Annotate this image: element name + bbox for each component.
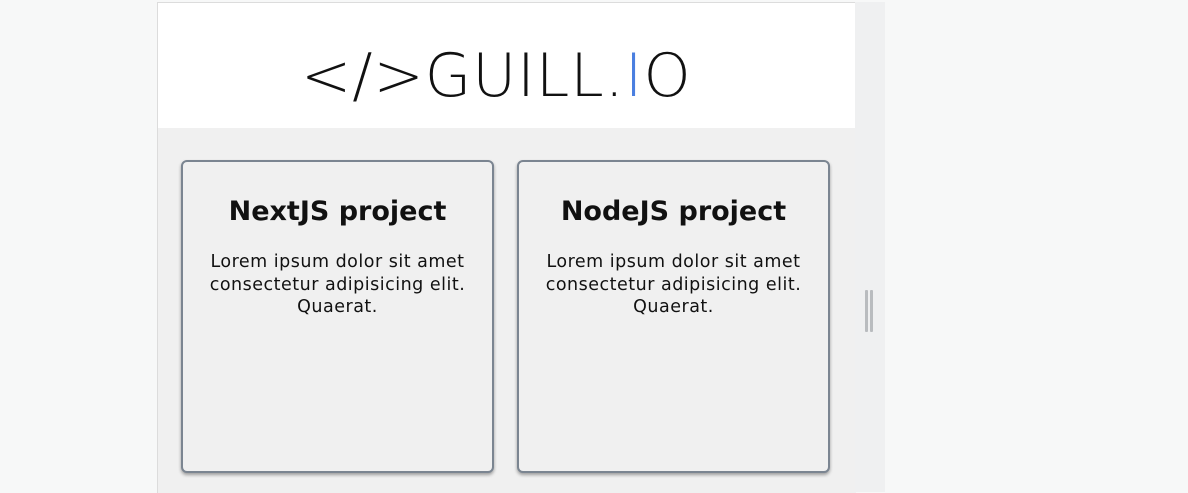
logo-text-prefix: </>GUILL. bbox=[301, 41, 625, 111]
project-card-nextjs[interactable]: NextJS project Lorem ipsum dolor sit ame… bbox=[181, 160, 494, 473]
resize-grip-icon[interactable] bbox=[864, 290, 873, 332]
site-logo[interactable]: </>GUILL.IO bbox=[301, 36, 721, 116]
logo-text-accent: I bbox=[624, 41, 644, 111]
viewport-resize-strip bbox=[855, 2, 885, 492]
project-card-description: Lorem ipsum dolor sit amet consectetur a… bbox=[545, 252, 802, 317]
resize-grip-bar bbox=[870, 290, 873, 332]
project-card-title: NextJS project bbox=[228, 196, 447, 227]
responsive-viewport: </>GUILL.IO NextJS project Lorem ipsum d… bbox=[157, 2, 856, 493]
project-card-title: NodeJS project bbox=[560, 196, 787, 227]
site-header: </>GUILL.IO bbox=[158, 3, 856, 128]
project-card-nodejs[interactable]: NodeJS project Lorem ipsum dolor sit ame… bbox=[517, 160, 830, 473]
resize-grip-bar bbox=[865, 290, 868, 332]
project-card-description: Lorem ipsum dolor sit amet consectetur a… bbox=[209, 252, 466, 317]
logo-text-suffix: O bbox=[643, 41, 692, 111]
